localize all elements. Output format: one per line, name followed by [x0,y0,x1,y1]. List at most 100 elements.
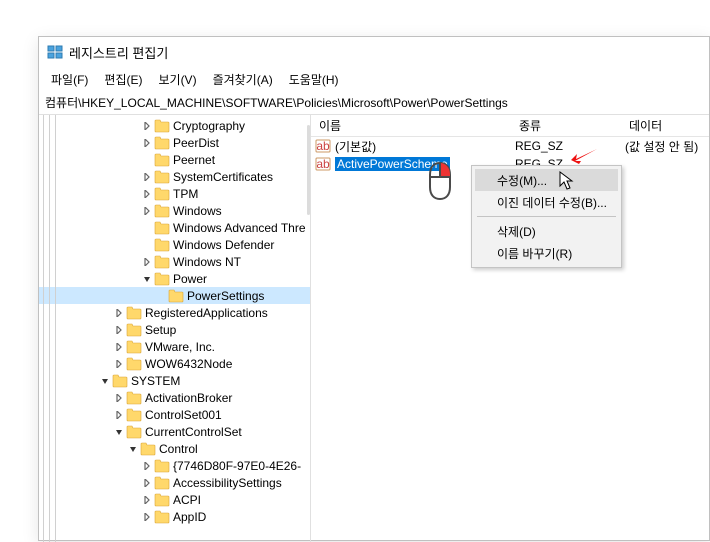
tree-item-label: Power [173,272,207,286]
tree-item-label: Windows Defender [173,238,274,252]
tree-item-label: AccessibilitySettings [173,476,282,490]
tree-item-peerdist[interactable]: PeerDist [39,134,310,151]
expander-closed-icon[interactable] [113,411,125,419]
context-menu-modify[interactable]: 수정(M)... [475,169,618,191]
menu-file[interactable]: 파일(F) [43,69,96,90]
tree-pane[interactable]: CryptographyPeerDistPeernetSystemCertifi… [39,115,311,542]
folder-icon [154,459,170,473]
value-row-[interactable]: ab(기본값)REG_SZ(값 설정 안 됨) [311,137,709,155]
expander-open-icon[interactable] [127,445,139,453]
string-value-icon: ab [315,156,331,172]
expander-closed-icon[interactable] [141,496,153,504]
col-header-data[interactable]: 데이터 [621,117,709,134]
expander-closed-icon[interactable] [141,122,153,130]
tree-item-label: AppID [173,510,206,524]
folder-icon [126,425,142,439]
list-header: 이름 종류 데이터 [311,115,709,137]
tree-item-accessibilitysettings[interactable]: AccessibilitySettings [39,474,310,491]
tree-item-registeredapplications[interactable]: RegisteredApplications [39,304,310,321]
tree-item-tpm[interactable]: TPM [39,185,310,202]
tree-item-setup[interactable]: Setup [39,321,310,338]
folder-icon [154,272,170,286]
expander-closed-icon[interactable] [141,479,153,487]
folder-icon [168,289,184,303]
menu-favorites[interactable]: 즐겨찾기(A) [205,69,281,90]
expander-closed-icon[interactable] [141,462,153,470]
folder-icon [154,204,170,218]
expander-closed-icon[interactable] [113,309,125,317]
tree-item-7746d80f-97e0-4e26[interactable]: {7746D80F-97E0-4E26- [39,457,310,474]
tree-item-label: ActivationBroker [145,391,232,405]
expander-closed-icon[interactable] [113,394,125,402]
tree-item-label: Setup [145,323,176,337]
col-header-name[interactable]: 이름 [311,117,511,134]
expander-closed-icon[interactable] [141,207,153,215]
tree-item-windows-nt[interactable]: Windows NT [39,253,310,270]
context-menu-modify-binary[interactable]: 이진 데이터 수정(B)... [475,191,618,213]
menubar: 파일(F) 편집(E) 보기(V) 즐겨찾기(A) 도움말(H) [39,67,709,91]
folder-icon [126,408,142,422]
menu-edit[interactable]: 편집(E) [96,69,150,90]
value-type: REG_SZ [515,139,625,153]
svg-text:ab: ab [316,157,330,171]
tree-item-vmware-inc[interactable]: VMware, Inc. [39,338,310,355]
tree-item-power[interactable]: Power [39,270,310,287]
tree-item-powersettings[interactable]: PowerSettings [39,287,310,304]
tree-item-label: {7746D80F-97E0-4E26- [173,459,301,473]
folder-icon [154,170,170,184]
folder-icon [154,493,170,507]
expander-open-icon[interactable] [141,275,153,283]
tree-item-label: WOW6432Node [145,357,232,371]
tree-item-label: CurrentControlSet [145,425,242,439]
expander-closed-icon[interactable] [141,513,153,521]
folder-icon [126,306,142,320]
folder-icon [126,357,142,371]
folder-icon [154,187,170,201]
context-menu-delete[interactable]: 삭제(D) [475,220,618,242]
tree-item-appid[interactable]: AppID [39,508,310,525]
string-value-icon: ab [315,138,331,154]
tree-item-acpi[interactable]: ACPI [39,491,310,508]
expander-closed-icon[interactable] [113,343,125,351]
expander-closed-icon[interactable] [141,173,153,181]
expander-closed-icon[interactable] [113,360,125,368]
tree-item-windows-advanced-thre[interactable]: Windows Advanced Thre [39,219,310,236]
expander-closed-icon[interactable] [141,258,153,266]
registry-editor-window: 레지스트리 편집기 파일(F) 편집(E) 보기(V) 즐겨찾기(A) 도움말(… [38,36,710,541]
tree-item-label: VMware, Inc. [145,340,215,354]
col-header-type[interactable]: 종류 [511,117,621,134]
folder-icon [154,255,170,269]
menu-view[interactable]: 보기(V) [150,69,204,90]
menu-help[interactable]: 도움말(H) [281,69,347,90]
tree-item-system[interactable]: SYSTEM [39,372,310,389]
tree-item-control[interactable]: Control [39,440,310,457]
expander-closed-icon[interactable] [141,139,153,147]
folder-icon [154,136,170,150]
folder-icon [126,340,142,354]
app-icon [47,44,63,60]
tree-item-peernet[interactable]: Peernet [39,151,310,168]
tree-item-wow6432node[interactable]: WOW6432Node [39,355,310,372]
tree-item-label: PowerSettings [187,289,264,303]
context-menu-separator [477,216,616,217]
tree-item-systemcertificates[interactable]: SystemCertificates [39,168,310,185]
context-menu-rename[interactable]: 이름 바꾸기(R) [475,242,618,264]
tree-item-windows-defender[interactable]: Windows Defender [39,236,310,253]
svg-text:ab: ab [316,139,330,153]
folder-icon [154,221,170,235]
tree-item-label: Windows NT [173,255,241,269]
expander-closed-icon[interactable] [113,326,125,334]
tree-scrollbar[interactable] [307,125,310,215]
tree-item-activationbroker[interactable]: ActivationBroker [39,389,310,406]
tree-item-controlset001[interactable]: ControlSet001 [39,406,310,423]
expander-closed-icon[interactable] [141,190,153,198]
folder-icon [112,374,128,388]
tree-item-currentcontrolset[interactable]: CurrentControlSet [39,423,310,440]
tree-item-windows[interactable]: Windows [39,202,310,219]
tree-guides [39,115,57,542]
expander-open-icon[interactable] [113,428,125,436]
tree-item-cryptography[interactable]: Cryptography [39,117,310,134]
content-area: CryptographyPeerDistPeernetSystemCertifi… [39,115,709,542]
expander-open-icon[interactable] [99,377,111,385]
address-bar[interactable]: 컴퓨터\HKEY_LOCAL_MACHINE\SOFTWARE\Policies… [39,91,709,115]
